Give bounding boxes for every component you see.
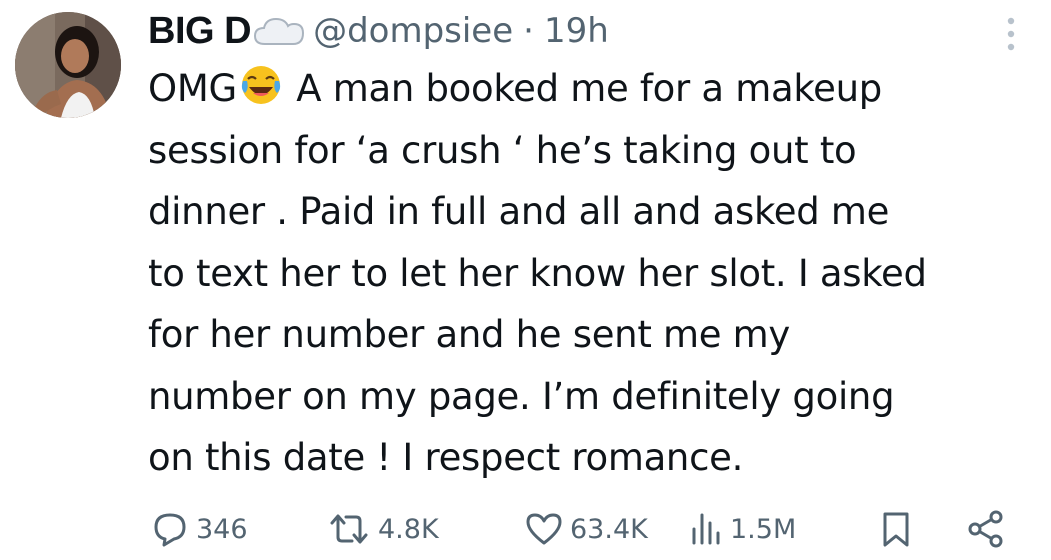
reply-icon: [154, 513, 186, 547]
tweet-line: number on my page. I’m definitely going: [148, 374, 895, 418]
tweet-line-part: A man booked me for a makeup: [284, 67, 882, 110]
like-count: 63.4K: [570, 513, 648, 545]
repost-icon: [330, 514, 368, 544]
avatar[interactable]: [15, 12, 121, 118]
avatar-photo: [15, 12, 121, 118]
tweet-line-part: OMG: [148, 67, 237, 110]
tweet-line: session for ‘a crush ‘ he’s taking out t…: [148, 128, 857, 172]
timestamp[interactable]: 19h: [544, 11, 609, 51]
tweet-line: dinner . Paid in full and all and asked …: [148, 190, 890, 233]
repost-button[interactable]: 4.8K: [326, 504, 439, 554]
reply-count: 346: [196, 513, 248, 545]
tweet-text: OMG A man booked me for a makeup session…: [148, 58, 1038, 489]
tweet-line: on this date ! I respect romance.: [148, 436, 744, 479]
action-bar: 346 4.8K 63.4K 1.5M: [0, 504, 1051, 554]
tweet-line: to text her to let her know her slot. I …: [148, 251, 927, 295]
views-button[interactable]: 1.5M: [690, 504, 796, 554]
bookmark-icon: [883, 512, 909, 547]
repost-count: 4.8K: [378, 513, 439, 545]
cloud-icon: [254, 17, 305, 45]
tweet-line: for her number and he sent me my: [148, 313, 791, 356]
tears-of-joy-emoji-icon: [241, 66, 280, 104]
views-count: 1.5M: [730, 513, 797, 545]
share-button[interactable]: [966, 504, 1006, 554]
share-icon: [968, 510, 1003, 548]
separator-dot: ·: [523, 11, 534, 51]
handle[interactable]: @dompsiee: [313, 11, 513, 51]
tweet-line: OMG A man booked me for a makeup: [148, 58, 1038, 120]
like-button[interactable]: 63.4K: [524, 504, 648, 554]
bookmark-button[interactable]: [878, 504, 914, 554]
reply-button[interactable]: 346: [150, 504, 248, 554]
tweet-header: BIG D @dompsiee · 19h: [148, 6, 609, 56]
heart-icon: [526, 513, 562, 545]
views-chart-icon: [692, 513, 720, 545]
display-name[interactable]: BIG D: [148, 10, 252, 53]
more-options-icon[interactable]: [1003, 14, 1019, 54]
